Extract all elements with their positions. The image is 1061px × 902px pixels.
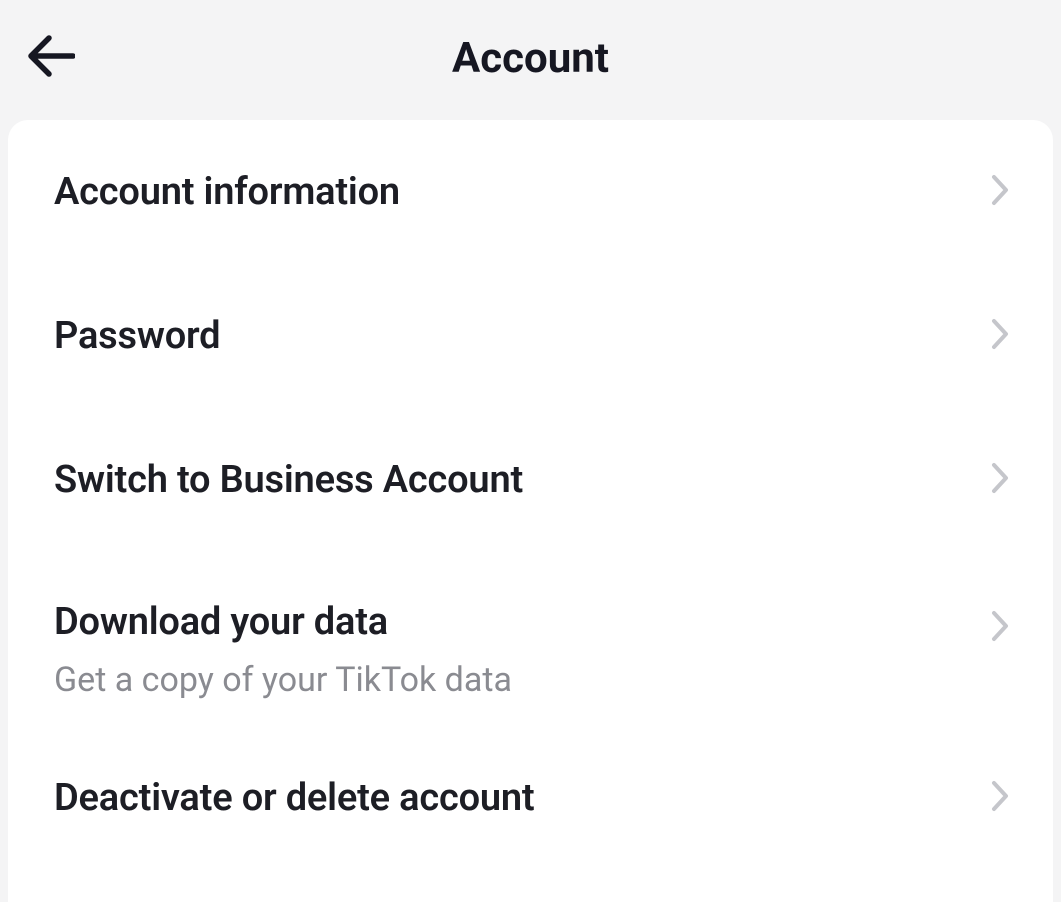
list-item-password[interactable]: Password [8,264,1053,408]
list-item-label: Password [54,314,220,358]
list-item-label: Download your data [54,600,512,644]
list-item-text: Switch to Business Account [54,458,523,502]
list-item-deactivate-delete[interactable]: Deactivate or delete account [8,730,1053,874]
list-item-account-information[interactable]: Account information [8,120,1053,264]
settings-list: Account information Password Switch to B… [8,120,1053,902]
back-button[interactable] [22,30,78,86]
list-item-text: Deactivate or delete account [54,776,534,820]
chevron-right-icon [991,610,1009,646]
arrow-left-icon [25,34,75,82]
list-item-download-data[interactable]: Download your data Get a copy of your Ti… [8,552,1053,730]
list-item-sublabel: Get a copy of your TikTok data [54,660,512,700]
list-item-text: Account information [54,170,400,214]
header: Account [0,0,1061,116]
chevron-right-icon [991,462,1009,498]
chevron-right-icon [991,318,1009,354]
chevron-right-icon [991,174,1009,210]
list-item-label: Deactivate or delete account [54,776,534,820]
list-item-label: Switch to Business Account [54,458,523,502]
list-item-text: Password [54,314,220,358]
page-title: Account [28,34,1033,83]
list-item-label: Account information [54,170,400,214]
list-item-text: Download your data Get a copy of your Ti… [54,600,512,700]
list-item-switch-business[interactable]: Switch to Business Account [8,408,1053,552]
chevron-right-icon [991,780,1009,816]
